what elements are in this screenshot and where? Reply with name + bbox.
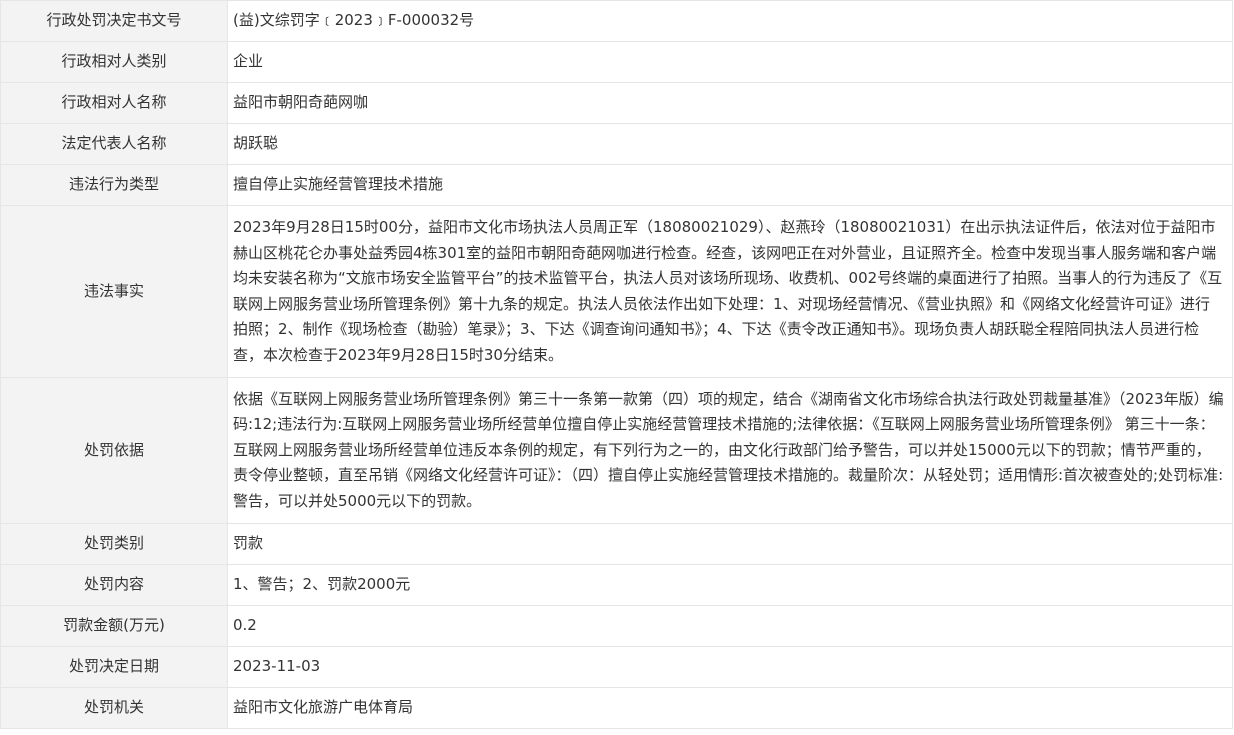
violation-facts-value: 2023年9月28日15时00分，益阳市文化市场执法人员周正军（18080021… bbox=[227, 205, 1233, 378]
violation-type-label: 违法行为类型 bbox=[0, 164, 228, 206]
table-row: 违法行为类型 擅自停止实施经营管理技术措施 bbox=[0, 164, 1233, 206]
legal-representative-label: 法定代表人名称 bbox=[0, 123, 228, 165]
table-row: 处罚类别 罚款 bbox=[0, 523, 1233, 565]
penalty-authority-label: 处罚机关 bbox=[0, 687, 228, 729]
decision-number-value: (益)文综罚字﹝2023﹞F-000032号 bbox=[227, 0, 1233, 42]
table-row: 法定代表人名称 胡跃聪 bbox=[0, 123, 1233, 165]
party-name-value: 益阳市朝阳奇葩网咖 bbox=[227, 82, 1233, 124]
penalty-content-value: 1、警告；2、罚款2000元 bbox=[227, 564, 1233, 606]
table-row: 行政相对人名称 益阳市朝阳奇葩网咖 bbox=[0, 82, 1233, 124]
table-row: 处罚机关 益阳市文化旅游广电体育局 bbox=[0, 687, 1233, 729]
penalty-basis-value: 依据《互联网上网服务营业场所管理条例》第三十一条第一款第（四）项的规定，结合《湖… bbox=[227, 377, 1233, 524]
decision-date-label: 处罚决定日期 bbox=[0, 646, 228, 688]
penalty-category-label: 处罚类别 bbox=[0, 523, 228, 565]
party-name-label: 行政相对人名称 bbox=[0, 82, 228, 124]
fine-amount-value: 0.2 bbox=[227, 605, 1233, 647]
party-category-label: 行政相对人类别 bbox=[0, 41, 228, 83]
penalty-content-label: 处罚内容 bbox=[0, 564, 228, 606]
table-row: 处罚决定日期 2023-11-03 bbox=[0, 646, 1233, 688]
table-row: 违法事实 2023年9月28日15时00分，益阳市文化市场执法人员周正军（180… bbox=[0, 205, 1233, 378]
violation-facts-label: 违法事实 bbox=[0, 205, 228, 378]
table-row: 处罚内容 1、警告；2、罚款2000元 bbox=[0, 564, 1233, 606]
party-category-value: 企业 bbox=[227, 41, 1233, 83]
decision-number-label: 行政处罚决定书文号 bbox=[0, 0, 228, 42]
fine-amount-label: 罚款金额(万元) bbox=[0, 605, 228, 647]
table-row: 处罚依据 依据《互联网上网服务营业场所管理条例》第三十一条第一款第（四）项的规定… bbox=[0, 377, 1233, 524]
table-row: 罚款金额(万元) 0.2 bbox=[0, 605, 1233, 647]
violation-type-value: 擅自停止实施经营管理技术措施 bbox=[227, 164, 1233, 206]
table-row: 行政处罚决定书文号 (益)文综罚字﹝2023﹞F-000032号 bbox=[0, 0, 1233, 42]
penalty-category-value: 罚款 bbox=[227, 523, 1233, 565]
decision-date-value: 2023-11-03 bbox=[227, 646, 1233, 688]
penalty-authority-value: 益阳市文化旅游广电体育局 bbox=[227, 687, 1233, 729]
penalty-record-table: 行政处罚决定书文号 (益)文综罚字﹝2023﹞F-000032号 行政相对人类别… bbox=[0, 0, 1233, 729]
penalty-basis-label: 处罚依据 bbox=[0, 377, 228, 524]
legal-representative-value: 胡跃聪 bbox=[227, 123, 1233, 165]
table-row: 行政相对人类别 企业 bbox=[0, 41, 1233, 83]
